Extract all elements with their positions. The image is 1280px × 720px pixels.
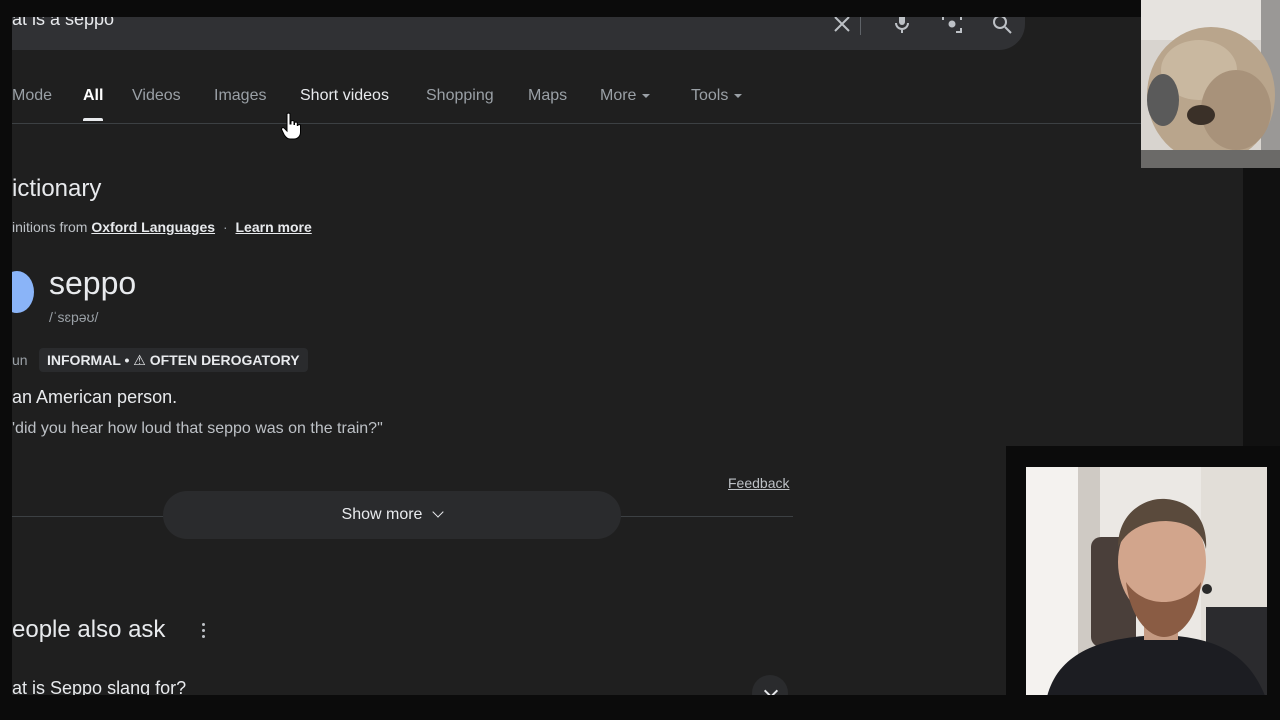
phonetic-spelling: /ˈsɛpəʊ/: [49, 309, 99, 325]
related-question[interactable]: at is Seppo slang for?: [12, 678, 186, 695]
separator: ·: [222, 219, 228, 235]
search-bar[interactable]: at is a seppo: [12, 17, 1025, 50]
learn-more-link[interactable]: Learn more: [236, 219, 312, 235]
tab-more[interactable]: More: [600, 87, 651, 105]
tab-images[interactable]: Images: [214, 87, 266, 105]
tab-videos[interactable]: Videos: [132, 87, 181, 105]
pronunciation-speaker-icon[interactable]: [12, 271, 34, 313]
person-photo: [1026, 467, 1267, 701]
search-input[interactable]: at is a seppo: [12, 17, 114, 29]
show-more-label: Show more: [341, 506, 423, 523]
definitions-source: initions from Oxford Languages · Learn m…: [12, 219, 312, 235]
expand-question-button[interactable]: [752, 675, 788, 695]
dropdown-caret-icon: [642, 93, 651, 98]
hand-cursor-icon: [281, 112, 301, 140]
tab-tools-label: Tools: [691, 87, 729, 104]
chevron-down-icon: [763, 683, 779, 695]
tab-maps[interactable]: Maps: [528, 87, 567, 105]
tab-tools[interactable]: Tools: [691, 87, 743, 105]
search-divider: [860, 17, 861, 35]
active-tab-indicator: [83, 118, 103, 121]
microphone-icon[interactable]: [890, 17, 914, 36]
search-tabs: Mode All Videos Images Short videos Shop…: [12, 87, 1243, 125]
definitions-prefix: initions from: [12, 219, 88, 235]
oxford-languages-link[interactable]: Oxford Languages: [91, 219, 215, 235]
part-of-speech: un: [12, 352, 28, 368]
bottom-black-border: [0, 695, 1280, 720]
top-black-border: [0, 0, 1280, 17]
search-icon[interactable]: [990, 17, 1014, 36]
more-options-icon[interactable]: [202, 623, 206, 641]
webcam-overlay-dog: [1141, 0, 1280, 168]
webcam-overlay-person: [1026, 467, 1267, 701]
usage-labels: INFORMAL • ⚠ OFTEN DEROGATORY: [39, 348, 308, 372]
people-also-ask-heading: eople also ask: [12, 616, 166, 643]
overlay-border: [1243, 168, 1280, 468]
feedback-link[interactable]: Feedback: [728, 475, 789, 491]
tab-shopping[interactable]: Shopping: [426, 87, 494, 105]
clear-icon[interactable]: [830, 17, 854, 36]
lens-icon[interactable]: [940, 17, 964, 36]
dictionary-heading: ictionary: [12, 175, 102, 202]
chevron-down-icon: [432, 506, 445, 518]
example-sentence: 'did you hear how loud that seppo was on…: [12, 420, 383, 437]
dropdown-caret-icon: [734, 93, 743, 98]
tab-more-label: More: [600, 87, 637, 104]
dog-photo: [1141, 0, 1280, 168]
tab-ai-mode[interactable]: Mode: [12, 87, 52, 105]
show-more-button[interactable]: Show more: [163, 491, 621, 539]
tab-all[interactable]: All: [83, 87, 103, 105]
dictionary-word: seppo: [49, 265, 137, 301]
tabs-divider: [12, 123, 1243, 124]
tab-short-videos[interactable]: Short videos: [300, 87, 389, 105]
definition-text: an American person.: [12, 387, 178, 407]
